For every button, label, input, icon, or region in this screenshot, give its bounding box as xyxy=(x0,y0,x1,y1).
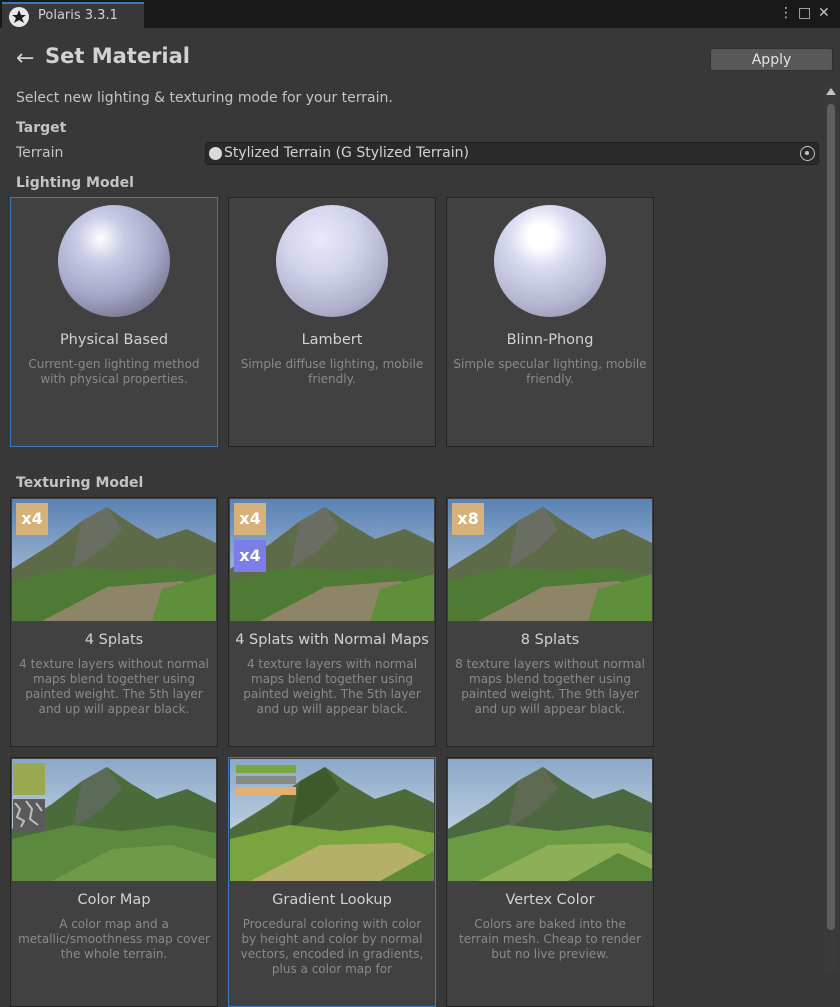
texturing-card-color-map[interactable]: Color Map A color map and a metallic/smo… xyxy=(10,757,218,1007)
texturing-card-4-splats-normal-maps[interactable]: x4 x4 4 Splats with Normal Maps 4 textur… xyxy=(228,497,436,747)
lambert-sphere-preview xyxy=(230,199,434,321)
terrain-preview: x4 x4 xyxy=(230,499,434,621)
scrollbar-thumb[interactable] xyxy=(827,104,835,930)
card-title: Blinn-Phong xyxy=(506,332,594,348)
title-bar: Polaris 3.3.1 ⋮ □ ✕ xyxy=(0,0,840,28)
card-description: Simple specular lighting, mobile friendl… xyxy=(453,357,647,386)
terrain-object-field[interactable]: Stylized Terrain (G Stylized Terrain) xyxy=(205,142,819,165)
normal-map-count-badge: x4 xyxy=(234,540,266,572)
albedo-count-badge: x4 xyxy=(234,503,266,535)
card-description: Simple diffuse lighting, mobile friendly… xyxy=(240,357,424,386)
physical-sphere-preview xyxy=(12,199,216,321)
terrain-preview xyxy=(12,759,216,881)
page-description: Select new lighting & texturing mode for… xyxy=(16,90,393,106)
card-description: 8 texture layers without normal maps ble… xyxy=(455,657,645,716)
lighting-card-physical-based[interactable]: Physical Based Current-gen lighting meth… xyxy=(10,197,218,447)
vertical-scrollbar[interactable] xyxy=(824,86,838,973)
scroll-up-arrow-icon[interactable] xyxy=(826,88,836,95)
card-title: Vertex Color xyxy=(505,892,595,908)
texturing-card-vertex-color[interactable]: Vertex Color Colors are baked into the t… xyxy=(446,757,654,1007)
apply-button[interactable]: Apply xyxy=(710,48,833,71)
terrain-object-icon xyxy=(209,147,222,160)
terrain-preview xyxy=(230,759,434,881)
texturing-card-8-splats[interactable]: x8 8 Splats 8 texture layers without nor… xyxy=(446,497,654,747)
card-title: 8 Splats xyxy=(520,632,580,648)
card-title: Physical Based xyxy=(59,332,169,348)
card-title: Color Map xyxy=(77,892,151,908)
texturing-card-gradient-lookup[interactable]: Gradient Lookup Procedural coloring with… xyxy=(228,757,436,1007)
card-description: Colors are baked into the terrain mesh. … xyxy=(458,917,641,961)
maximize-icon[interactable]: □ xyxy=(798,5,811,21)
texturing-card-4-splats[interactable]: x4 4 Splats 4 texture layers without nor… xyxy=(10,497,218,747)
target-heading: Target xyxy=(16,120,67,136)
terrain-preview: x4 xyxy=(12,499,216,621)
window-tab[interactable]: Polaris 3.3.1 xyxy=(2,2,144,28)
polaris-logo-icon xyxy=(9,7,29,27)
card-title: 4 Splats with Normal Maps xyxy=(235,632,429,648)
card-description: 4 texture layers without normal maps ble… xyxy=(19,657,209,716)
texturing-model-heading: Texturing Model xyxy=(16,475,144,491)
lighting-card-lambert[interactable]: Lambert Simple diffuse lighting, mobile … xyxy=(228,197,436,447)
terrain-preview xyxy=(448,759,652,881)
window-title: Polaris 3.3.1 xyxy=(38,8,118,23)
terrain-object-value: Stylized Terrain (G Stylized Terrain) xyxy=(224,145,469,161)
page-title: Set Material xyxy=(45,44,190,68)
card-description: Procedural coloring with color by height… xyxy=(240,917,424,976)
card-title: Gradient Lookup xyxy=(272,892,392,908)
terrain-preview: x8 xyxy=(448,499,652,621)
back-arrow-icon[interactable]: ← xyxy=(16,47,34,71)
object-picker-icon[interactable] xyxy=(800,146,815,161)
lighting-model-heading: Lighting Model xyxy=(16,175,134,191)
card-title: 4 Splats xyxy=(84,632,144,648)
blinn-phong-sphere-preview xyxy=(448,199,652,321)
card-description: Current-gen lighting method with physica… xyxy=(28,357,200,386)
card-description: A color map and a metallic/smoothness ma… xyxy=(18,917,210,961)
terrain-label: Terrain xyxy=(16,145,64,161)
albedo-count-badge: x8 xyxy=(452,503,484,535)
menu-kebab-icon[interactable]: ⋮ xyxy=(779,5,793,21)
close-icon[interactable]: ✕ xyxy=(818,5,830,21)
card-title: Lambert xyxy=(301,332,363,348)
lighting-card-blinn-phong[interactable]: Blinn-Phong Simple specular lighting, mo… xyxy=(446,197,654,447)
card-description: 4 texture layers with normal maps blend … xyxy=(243,657,421,716)
albedo-count-badge: x4 xyxy=(16,503,48,535)
